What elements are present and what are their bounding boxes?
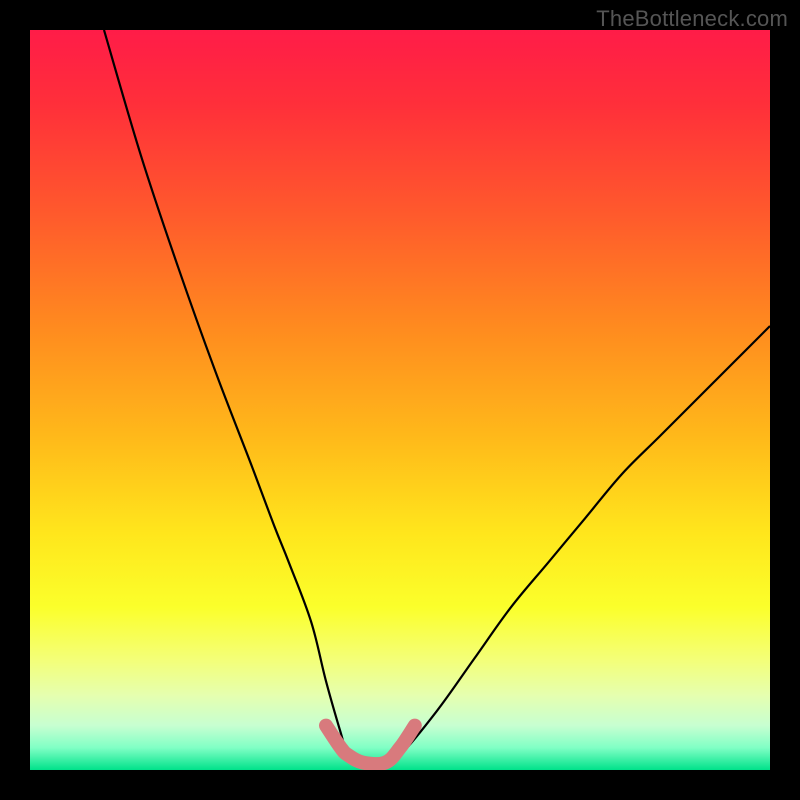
- watermark-text: TheBottleneck.com: [596, 6, 788, 32]
- gradient-background: [30, 30, 770, 770]
- chart-frame: TheBottleneck.com: [0, 0, 800, 800]
- chart-svg: [30, 30, 770, 770]
- plot-area: [30, 30, 770, 770]
